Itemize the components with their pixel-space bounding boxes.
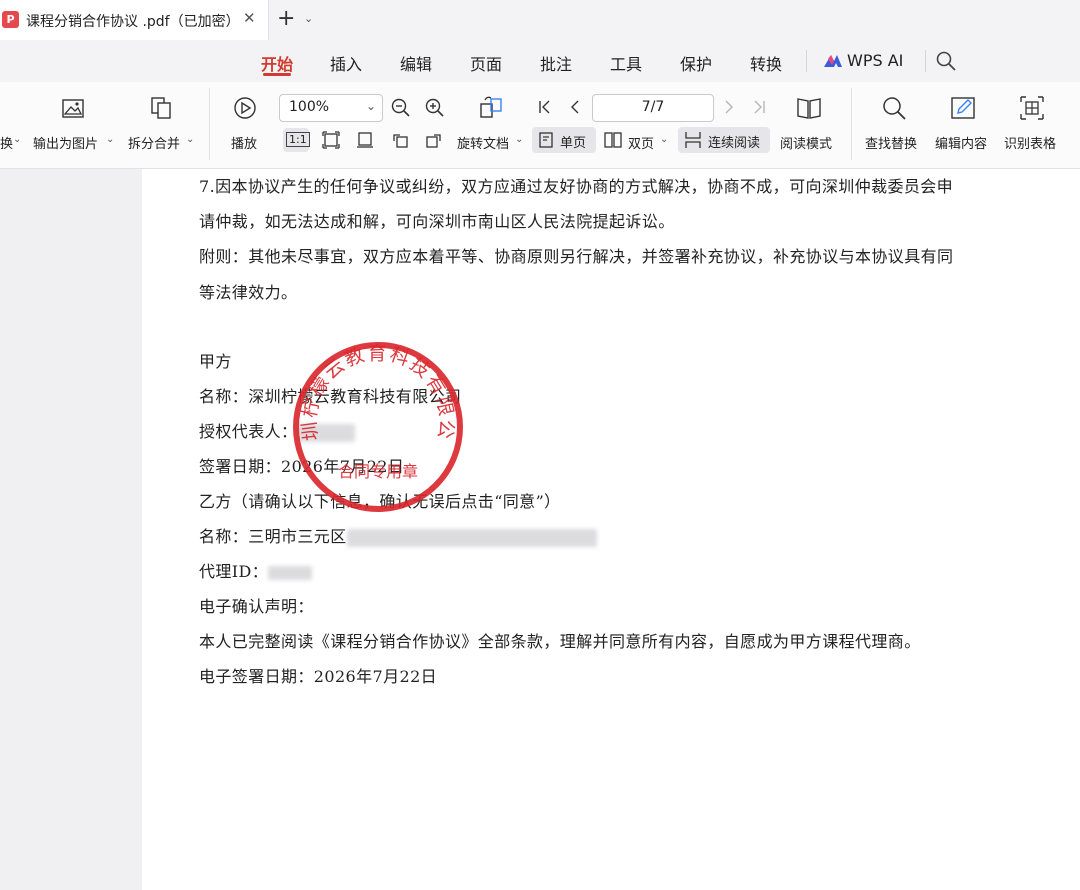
next-page-icon[interactable] bbox=[720, 98, 738, 116]
find-replace-icon bbox=[883, 97, 906, 120]
convert-partial-label[interactable]: 换 bbox=[0, 133, 13, 152]
search-icon[interactable] bbox=[935, 50, 957, 72]
continuous-read-icon bbox=[685, 132, 701, 148]
split-merge-button[interactable]: 拆分合并 bbox=[128, 133, 180, 152]
fit-width-icon[interactable] bbox=[355, 130, 375, 150]
menu-start[interactable]: 开始 bbox=[261, 51, 293, 75]
zoom-out-icon[interactable] bbox=[390, 97, 412, 119]
play-icon bbox=[234, 97, 256, 119]
double-page-button[interactable]: 双页 bbox=[628, 133, 654, 152]
clause-7-line-1: 7.因本协议产生的任何争议或纠纷，双方应通过友好协商的方式解决，协商不成，可向深… bbox=[199, 177, 954, 196]
party-a-representative-label: 授权代表人： bbox=[199, 422, 298, 441]
party-b-name-label: 名称：三明市三元区 bbox=[199, 527, 347, 546]
previous-page-icon[interactable] bbox=[566, 98, 584, 116]
party-a-heading: 甲方 bbox=[199, 352, 232, 371]
actual-size-button[interactable]: 1:1 bbox=[283, 128, 310, 152]
image-export-icon bbox=[62, 99, 84, 118]
pdf-icon: P bbox=[2, 11, 19, 28]
play-button[interactable]: 播放 bbox=[231, 133, 257, 152]
party-b-name-row: 名称：三明市三元区 bbox=[199, 523, 597, 547]
chevron-down-icon: ⌄ bbox=[13, 134, 22, 145]
pdf-page: 7.因本协议产生的任何争议或纠纷，双方应通过友好协商的方式解决，协商不成，可向深… bbox=[142, 169, 1080, 890]
edit-content-button[interactable]: 编辑内容 bbox=[935, 133, 987, 152]
zoom-select[interactable]: 100% ⌄ bbox=[279, 94, 383, 122]
redacted-block bbox=[346, 528, 597, 547]
first-page-icon[interactable] bbox=[536, 98, 554, 116]
clause-7-line-2: 请仲裁，如无法达成和解，可向深圳市南山区人民法院提起诉讼。 bbox=[199, 212, 675, 231]
menu-tools[interactable]: 工具 bbox=[610, 51, 642, 75]
ribbon-toolbar: 换 ⌄ 输出为图片 ⌄ 拆分合并 ⌄ 播放 100% ⌄ 1:1 旋转文档 ⌄ … bbox=[0, 82, 1080, 169]
tab-bar: P 课程分销合作协议 .pdf（已加密） ✕ + ⌄ bbox=[0, 0, 1080, 40]
rotate-document-icon bbox=[480, 96, 502, 118]
e-confirm-statement: 本人已完整阅读《课程分销合作协议》全部条款，理解并同意所有内容，自愿成为甲方课程… bbox=[199, 632, 921, 651]
page-number-input[interactable]: 7/7 bbox=[592, 94, 714, 122]
menu-page[interactable]: 页面 bbox=[470, 51, 502, 75]
chevron-down-icon: ⌄ bbox=[186, 134, 195, 145]
menu-edit[interactable]: 编辑 bbox=[400, 51, 432, 75]
party-a-name: 名称：深圳柠檬云教育科技有限公司 bbox=[199, 387, 462, 406]
document-tab[interactable]: P 课程分销合作协议 .pdf（已加密） ✕ bbox=[0, 0, 269, 40]
rotate-right-icon[interactable] bbox=[424, 130, 444, 150]
redacted-block bbox=[268, 565, 313, 580]
page-number-value: 7/7 bbox=[641, 99, 665, 115]
recognize-table-icon bbox=[1020, 96, 1044, 120]
viewer-left-margin bbox=[0, 169, 142, 890]
agent-id-row: 代理ID： bbox=[199, 558, 313, 582]
menu-insert[interactable]: 插入 bbox=[330, 51, 362, 75]
reading-mode-icon bbox=[797, 98, 821, 119]
redacted-block bbox=[297, 423, 356, 442]
zoom-in-icon[interactable] bbox=[424, 97, 446, 119]
recognize-table-button[interactable]: 识别表格 bbox=[1004, 133, 1056, 152]
chevron-down-icon: ⌄ bbox=[660, 134, 669, 145]
menu-divider bbox=[925, 50, 926, 72]
split-merge-icon bbox=[151, 97, 171, 119]
appendix-line-2: 等法律效力。 bbox=[199, 283, 298, 302]
rotate-left-icon[interactable] bbox=[390, 130, 410, 150]
continuous-read-button[interactable]: 连续阅读 bbox=[678, 127, 770, 153]
party-a-sign-date: 签署日期：2026年7月22日 bbox=[199, 457, 405, 476]
e-confirm-heading: 电子确认声明： bbox=[199, 597, 314, 616]
actual-size-label: 1:1 bbox=[286, 132, 310, 147]
last-page-icon[interactable] bbox=[750, 98, 768, 116]
party-b-heading: 乙方（请确认以下信息，确认无误后点击“同意”） bbox=[199, 492, 561, 511]
ribbon-divider bbox=[851, 88, 852, 160]
edit-content-icon bbox=[951, 97, 975, 119]
chevron-down-icon: ⌄ bbox=[365, 99, 376, 113]
single-page-label: 单页 bbox=[560, 136, 587, 151]
single-page-button[interactable]: 单页 bbox=[532, 127, 596, 153]
single-page-icon bbox=[539, 132, 553, 148]
double-page-icon bbox=[604, 132, 622, 148]
close-tab-icon[interactable]: ✕ bbox=[243, 9, 256, 27]
menu-bar: 开始 插入 编辑 页面 批注 工具 保护 转换 WPS AI bbox=[0, 40, 1080, 82]
menu-annotate[interactable]: 批注 bbox=[540, 51, 572, 75]
find-replace-button[interactable]: 查找替换 bbox=[865, 133, 917, 152]
menu-protect[interactable]: 保护 bbox=[680, 51, 712, 75]
e-sign-date: 电子签署日期：2026年7月22日 bbox=[199, 667, 438, 686]
reading-mode-button[interactable]: 阅读模式 bbox=[780, 133, 832, 152]
menu-divider bbox=[806, 50, 807, 72]
export-image-button[interactable]: 输出为图片 bbox=[33, 133, 98, 152]
menu-wps-ai[interactable]: WPS AI bbox=[847, 51, 903, 70]
menu-convert[interactable]: 转换 bbox=[750, 51, 782, 75]
zoom-value: 100% bbox=[289, 99, 330, 115]
wps-ai-icon bbox=[824, 55, 842, 67]
appendix-line-1: 附则：其他未尽事宜，双方应本着平等、协商原则另行解决，并签署补充协议，补充协议与… bbox=[199, 247, 954, 266]
continuous-read-label: 连续阅读 bbox=[708, 136, 761, 151]
chevron-down-icon: ⌄ bbox=[515, 134, 524, 145]
ribbon-divider bbox=[209, 88, 210, 160]
fit-page-icon[interactable] bbox=[321, 130, 341, 150]
rotate-document-button[interactable]: 旋转文档 bbox=[457, 133, 509, 152]
chevron-down-icon: ⌄ bbox=[106, 134, 115, 145]
party-a-representative-row: 授权代表人： bbox=[199, 418, 356, 442]
agent-id-label: 代理ID： bbox=[199, 562, 269, 581]
new-tab-icon[interactable]: + bbox=[277, 6, 295, 31]
new-tab-dropdown-icon[interactable]: ⌄ bbox=[304, 12, 313, 25]
menu-active-indicator bbox=[263, 73, 291, 76]
document-tab-title: 课程分销合作协议 .pdf（已加密） bbox=[26, 14, 238, 30]
